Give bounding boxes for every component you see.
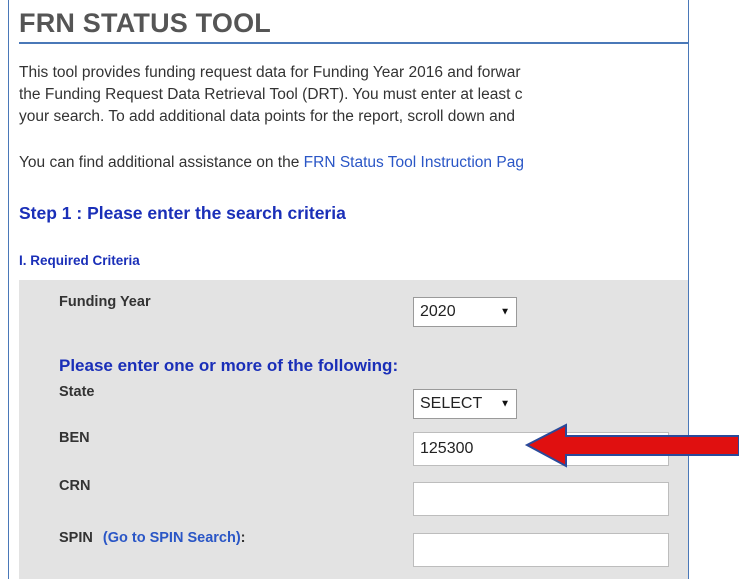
assistance-text: You can find additional assistance on th… — [19, 152, 524, 173]
intro-line-3: your search. To add additional data poin… — [19, 108, 516, 125]
intro-line-2: the Funding Request Data Retrieval Tool … — [19, 86, 523, 103]
caret-down-icon: ▼ — [500, 306, 510, 318]
state-select[interactable]: SELECT ▼ — [413, 389, 517, 419]
caret-down-icon: ▼ — [500, 398, 510, 410]
assistance-prefix: You can find additional assistance on th… — [19, 154, 304, 171]
title-divider — [19, 42, 688, 44]
state-label: State — [59, 384, 95, 400]
spin-colon: : — [240, 530, 246, 546]
funding-year-value: 2020 — [420, 303, 456, 320]
instruction-page-link[interactable]: FRN Status Tool Instruction Pag — [304, 154, 524, 171]
spin-label: SPIN — [59, 530, 93, 546]
page-title: FRN STATUS TOOL — [19, 8, 271, 38]
crn-label: CRN — [59, 478, 91, 494]
ben-input[interactable] — [413, 432, 669, 466]
search-instruction: Please enter one or more of the followin… — [59, 356, 399, 375]
tool-frame: FRN STATUS TOOL This tool provides fundi… — [8, 0, 689, 579]
required-criteria-heading: I. Required Criteria — [19, 253, 140, 268]
criteria-panel: Funding Year 2020 ▼ Please enter one or … — [19, 280, 688, 579]
funding-year-label: Funding Year — [59, 294, 151, 310]
ben-label: BEN — [59, 430, 90, 446]
crn-input[interactable] — [413, 482, 669, 516]
intro-line-1: This tool provides funding request data … — [19, 64, 521, 81]
spin-label-row: SPIN (Go to SPIN Search): — [59, 530, 246, 546]
funding-year-select[interactable]: 2020 ▼ — [413, 297, 517, 327]
spin-search-link[interactable]: (Go to SPIN Search) — [103, 530, 241, 546]
step1-heading: Step 1 : Please enter the search criteri… — [19, 203, 346, 223]
spin-input[interactable] — [413, 533, 669, 567]
state-value: SELECT — [420, 395, 483, 412]
